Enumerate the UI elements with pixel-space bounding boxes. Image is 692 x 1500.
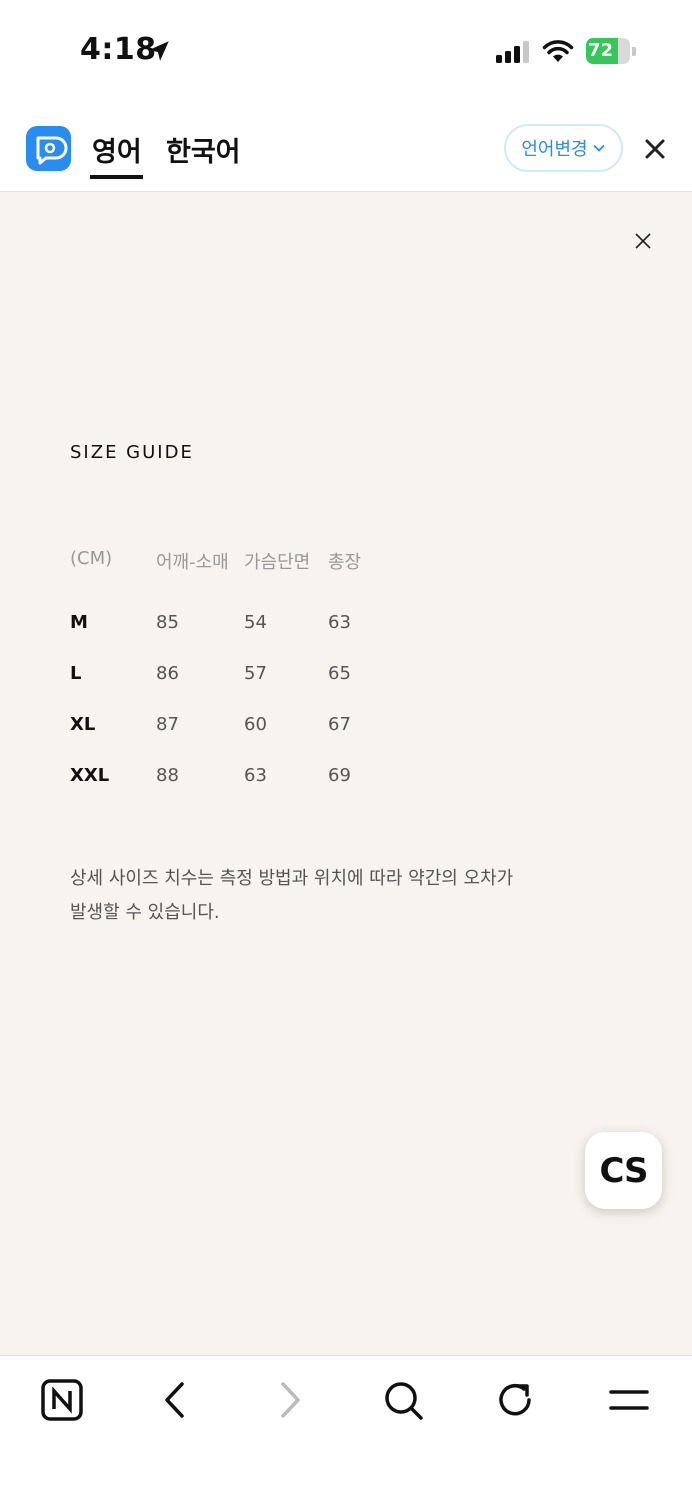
length-value: 63 [328, 612, 351, 633]
size-label: L [70, 663, 82, 684]
cellular-signal-icon [496, 41, 529, 63]
translate-logo-icon [36, 136, 68, 165]
search-icon[interactable] [381, 1378, 425, 1422]
shoulder-sleeve-value: 86 [156, 663, 179, 684]
chest-value: 54 [244, 612, 267, 633]
size-note: 상세 사이즈 치수는 측정 방법과 위치에 따라 약간의 오차가 발생할 수 있… [70, 862, 590, 930]
table-row: XL 87 60 67 [70, 714, 400, 738]
table-row: XXL 88 63 69 [70, 765, 400, 789]
refresh-icon[interactable] [494, 1378, 538, 1422]
length-value: 65 [328, 663, 351, 684]
shoulder-sleeve-value: 87 [156, 714, 179, 735]
table-header-row: (CM) 어깨-소매 가슴단면 총장 [70, 548, 400, 573]
chest-value: 63 [244, 765, 267, 786]
tab-korean[interactable]: 한국어 [166, 130, 241, 169]
status-bar: 4:18 72 [0, 0, 692, 100]
menu-icon[interactable] [607, 1378, 651, 1422]
customer-service-button[interactable]: CS [585, 1132, 662, 1209]
size-label: M [70, 612, 88, 633]
size-note-line-2: 발생할 수 있습니다. [70, 902, 220, 923]
table-row: M 85 54 63 [70, 612, 400, 636]
chest-value: 57 [244, 663, 267, 684]
size-guide-panel: SIZE GUIDE (CM) 어깨-소매 가슴단면 총장 M 85 54 63… [0, 192, 692, 1355]
size-note-line-1: 상세 사이즈 치수는 측정 방법과 위치에 따라 약간의 오차가 [70, 868, 514, 889]
chest-value: 60 [244, 714, 267, 735]
battery-indicator: 72 [586, 38, 636, 64]
shoulder-sleeve-value: 85 [156, 612, 179, 633]
chevron-down-icon [592, 144, 605, 152]
shoulder-sleeve-value: 88 [156, 765, 179, 786]
browser-toolbar [0, 1355, 692, 1500]
tab-english[interactable]: 영어 [92, 130, 142, 169]
close-modal-icon[interactable] [634, 232, 652, 250]
naver-home-icon[interactable] [40, 1378, 84, 1422]
selected-tab-indicator [90, 175, 143, 179]
size-guide-title: SIZE GUIDE [70, 442, 194, 463]
battery-level: 72 [588, 40, 614, 61]
forward-arrow-icon[interactable] [268, 1378, 312, 1422]
back-arrow-icon[interactable] [153, 1378, 197, 1422]
translate-bar: 영어 한국어 언어변경 [0, 100, 692, 192]
wifi-icon [542, 40, 574, 62]
papago-app-icon[interactable] [26, 126, 71, 171]
table-row: L 86 57 65 [70, 663, 400, 687]
size-label: XL [70, 714, 96, 735]
header-unit: (CM) [70, 548, 113, 569]
location-arrow-icon [149, 41, 169, 61]
length-value: 69 [328, 765, 351, 786]
change-language-label: 언어변경 [521, 139, 588, 160]
size-label: XXL [70, 765, 110, 786]
close-translate-icon[interactable] [642, 136, 668, 162]
header-chest: 가슴단면 [244, 552, 311, 573]
header-length: 총장 [328, 552, 362, 573]
length-value: 67 [328, 714, 351, 735]
header-shoulder-sleeve: 어깨-소매 [156, 552, 229, 573]
change-language-button[interactable]: 언어변경 [504, 124, 623, 172]
